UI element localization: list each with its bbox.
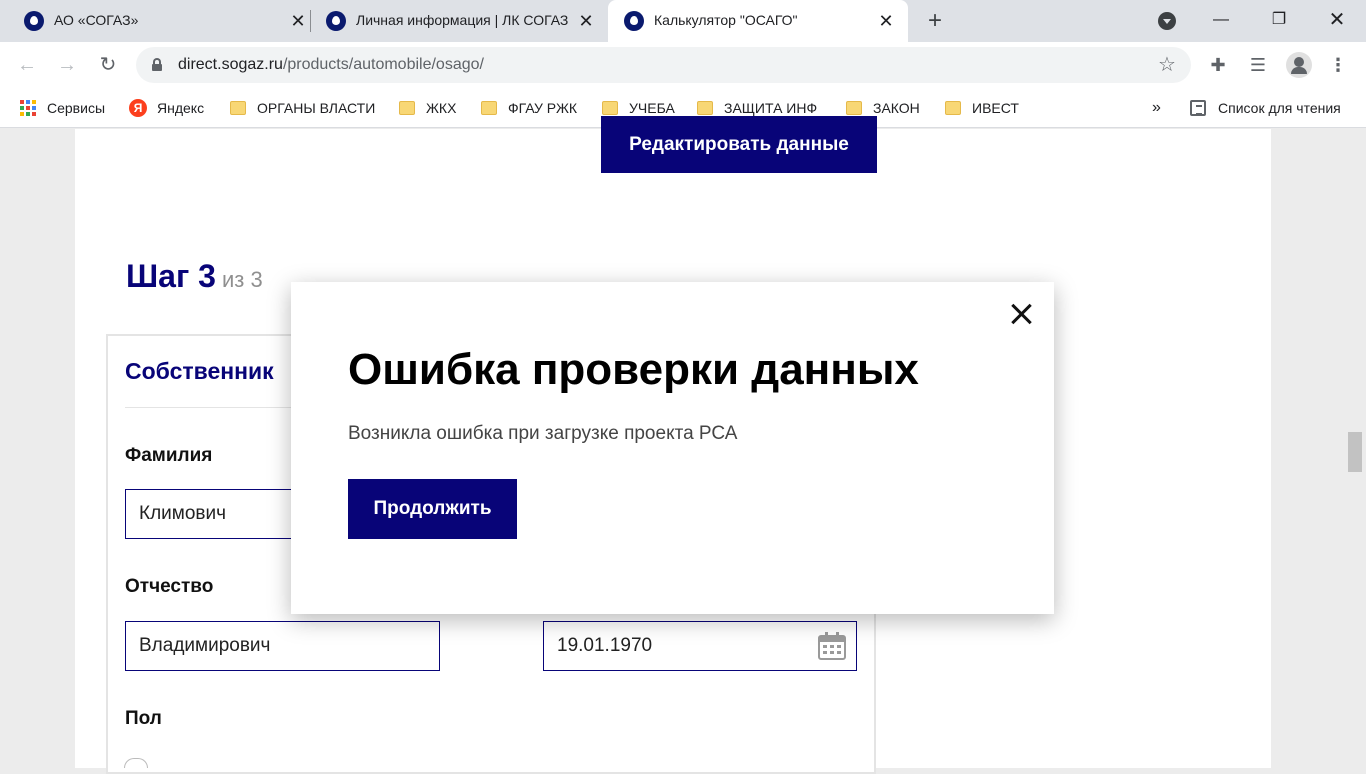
birthdate-input[interactable]: 19.01.1970 <box>543 621 857 671</box>
media-queue-icon[interactable]: ☰ <box>1245 52 1271 78</box>
step-indicator: Шаг 3 из 3 <box>126 258 263 295</box>
folder-icon <box>697 101 713 115</box>
birthdate-value: 19.01.1970 <box>557 635 653 656</box>
bookmark-folder-ivest[interactable]: ИВЕСТ <box>945 98 1019 118</box>
tab-osago-calculator[interactable]: Калькулятор "ОСАГО" ✕ <box>608 0 908 42</box>
gender-radio[interactable] <box>124 758 148 768</box>
reading-list-button[interactable]: Список для чтения <box>1190 98 1341 118</box>
reload-icon[interactable]: ↻ <box>95 52 121 78</box>
sogaz-favicon-icon <box>624 11 644 31</box>
yandex-logo-icon: Я <box>129 99 147 117</box>
step-of: из 3 <box>221 267 263 292</box>
bookmark-services[interactable]: Сервисы <box>20 98 105 118</box>
folder-icon <box>230 101 246 115</box>
arrow-right-icon[interactable]: → <box>54 52 80 78</box>
reading-list-icon <box>1190 100 1206 116</box>
dialog-message: Возникла ошибка при загрузке проекта РСА <box>348 423 738 444</box>
close-icon[interactable]: ✕ <box>574 9 598 33</box>
close-icon[interactable]: ✕ <box>286 9 310 33</box>
bookmark-folder-law[interactable]: ЗАКОН <box>846 98 920 118</box>
tab-search-icon[interactable] <box>1158 12 1176 30</box>
folder-icon <box>481 101 497 115</box>
folder-icon <box>399 101 415 115</box>
star-icon[interactable]: ☆ <box>1158 52 1176 78</box>
sogaz-favicon-icon <box>326 11 346 31</box>
lock-icon[interactable] <box>152 58 162 71</box>
puzzle-icon[interactable]: ✚ <box>1205 52 1231 78</box>
tab-sogaz[interactable]: АО «СОГАЗ» ✕ <box>8 0 308 42</box>
bookmark-yandex[interactable]: Я Яндекс <box>129 98 204 118</box>
url-text: direct.sogaz.ru/products/automobile/osag… <box>178 56 484 73</box>
edit-data-button[interactable]: Редактировать данные <box>601 116 877 173</box>
page-scrollbar-thumb[interactable] <box>1348 432 1362 472</box>
folder-icon <box>602 101 618 115</box>
tab-strip: АО «СОГАЗ» ✕ Личная информация | ЛК СОГА… <box>0 0 1366 42</box>
address-bar[interactable]: direct.sogaz.ru/products/automobile/osag… <box>136 47 1191 83</box>
new-tab-plus-icon[interactable]: + <box>922 8 948 34</box>
bookmark-folder-fgau[interactable]: ФГАУ РЖК <box>481 98 577 118</box>
kebab-menu-icon[interactable]: ⋮ <box>1325 52 1351 78</box>
browser-toolbar: ← → ↻ direct.sogaz.ru/products/automobil… <box>0 42 1366 88</box>
close-icon[interactable] <box>1008 300 1036 328</box>
surname-label: Фамилия <box>125 445 213 466</box>
sogaz-favicon-icon <box>24 11 44 31</box>
bookmark-folder-study[interactable]: УЧЕБА <box>602 98 675 118</box>
patronymic-label: Отчество <box>125 576 214 597</box>
step-label: Шаг 3 <box>126 258 216 294</box>
bookmark-folder-government[interactable]: ОРГАНЫ ВЛАСТИ <box>230 98 375 118</box>
tab-title: Личная информация | ЛК СОГАЗ <box>356 12 569 28</box>
bookmark-folder-housing[interactable]: ЖКХ <box>399 98 456 118</box>
owner-section-title: Собственник <box>125 358 274 384</box>
restore-icon[interactable]: ❐ <box>1264 6 1294 34</box>
window-close-icon[interactable]: ✕ <box>1322 6 1352 34</box>
continue-button[interactable]: Продолжить <box>348 479 517 539</box>
calendar-icon[interactable] <box>817 631 847 661</box>
folder-icon <box>846 101 862 115</box>
profile-icon[interactable] <box>1286 52 1312 78</box>
tab-personal-info[interactable]: Личная информация | ЛК СОГАЗ ✕ <box>310 0 606 42</box>
arrow-left-icon[interactable]: ← <box>14 52 40 78</box>
tab-title: АО «СОГАЗ» <box>54 12 139 28</box>
patronymic-input[interactable]: Владимирович <box>125 621 440 671</box>
apps-grid-icon <box>20 100 36 116</box>
gender-label: Пол <box>125 708 162 729</box>
error-dialog: Ошибка проверки данных Возникла ошибка п… <box>291 282 1054 614</box>
tab-title: Калькулятор "ОСАГО" <box>654 12 798 28</box>
folder-icon <box>945 101 961 115</box>
minimize-icon[interactable]: — <box>1206 6 1236 34</box>
dialog-title: Ошибка проверки данных <box>348 345 919 394</box>
close-icon[interactable]: ✕ <box>874 9 898 33</box>
bookmarks-overflow-button[interactable]: » <box>1152 98 1161 118</box>
bookmark-folder-infosec[interactable]: ЗАЩИТА ИНФ <box>697 98 817 118</box>
